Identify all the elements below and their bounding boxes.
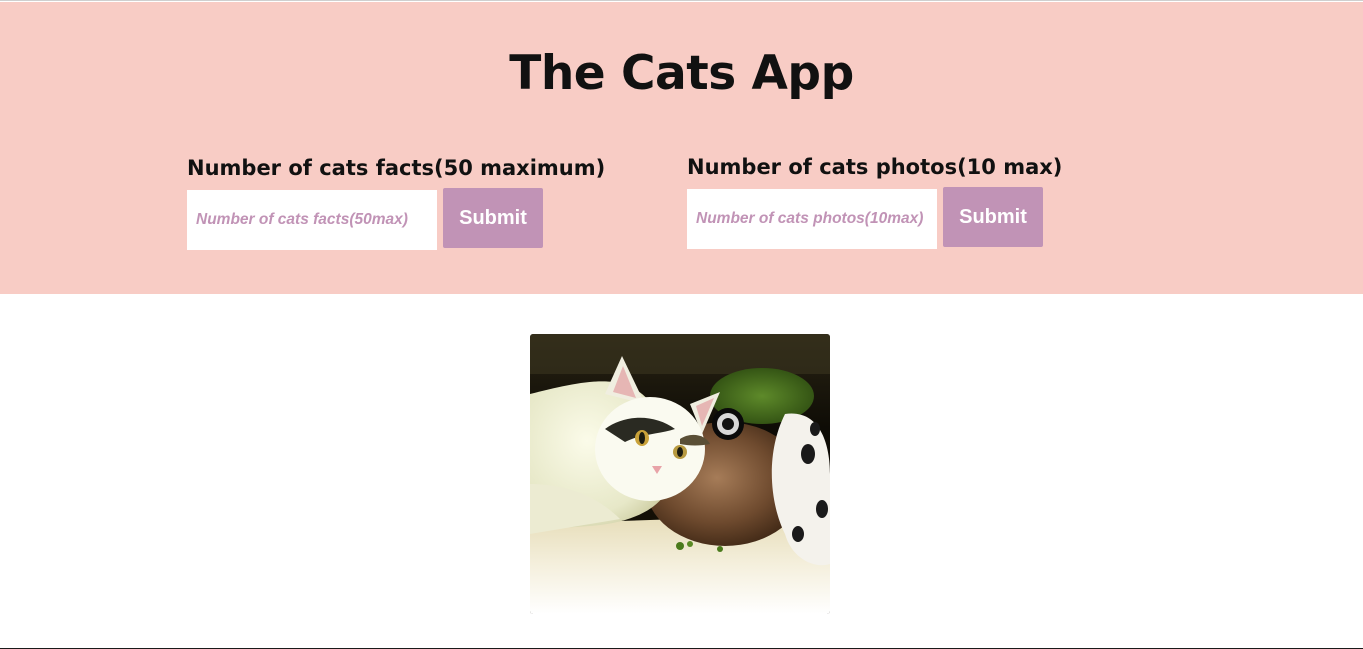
page-title: The Cats App: [509, 46, 854, 101]
cat-photos-input[interactable]: [687, 189, 937, 249]
cat-photos-label: Number of cats photos(10 max): [687, 155, 1063, 179]
cat-facts-submit-button[interactable]: Submit: [443, 188, 543, 248]
cat-photo: [530, 334, 830, 614]
header-banner: The Cats App Number of cats facts(50 max…: [0, 2, 1363, 294]
cat-facts-label: Number of cats facts(50 maximum): [187, 156, 606, 180]
cat-photos-row: Submit: [687, 187, 1062, 249]
cat-photos-form: Number of cats photos(10 max) Submit: [687, 153, 1062, 249]
cat-facts-form: Number of cats facts(50 maximum) Submit: [187, 154, 605, 250]
cat-facts-input[interactable]: [187, 190, 437, 250]
cat-photos-submit-button[interactable]: Submit: [943, 187, 1043, 247]
cat-photo-icon: [530, 334, 830, 614]
cat-facts-row: Submit: [187, 188, 605, 250]
